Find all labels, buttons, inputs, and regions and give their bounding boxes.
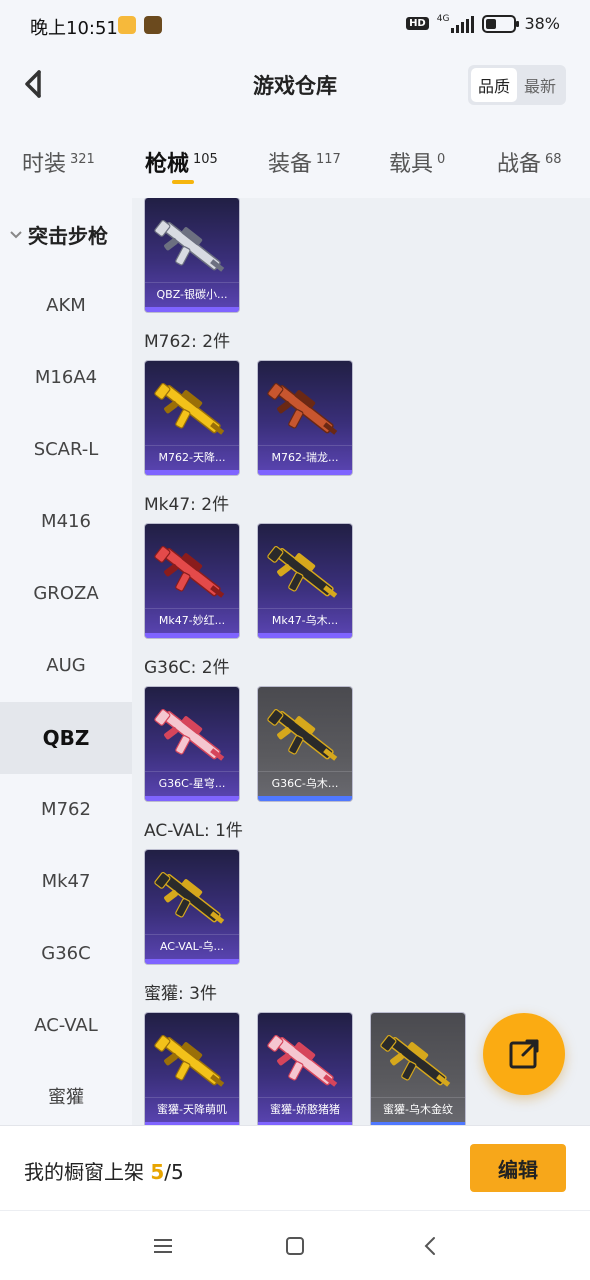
sidebar-item-6[interactable]: QBZ <box>0 702 132 774</box>
home-icon[interactable] <box>280 1231 310 1261</box>
rarity-bar <box>145 470 239 475</box>
rarity-bar <box>145 307 239 312</box>
weapon-skin-card[interactable]: QBZ-银碳小... <box>145 198 239 312</box>
sort-toggle: 品质 最新 <box>467 65 566 105</box>
sidebar-item-10[interactable]: AC-VAL <box>0 990 132 1062</box>
menu-icon[interactable] <box>148 1231 178 1261</box>
status-time: 晚上10:51 <box>30 18 118 39</box>
sidebar-item-7[interactable]: M762 <box>0 774 132 846</box>
shelf-bar: 我的橱窗上架 5/5 编辑 <box>0 1125 590 1210</box>
active-tab-indicator <box>172 180 194 184</box>
group-title: Mk47: 2件 <box>144 495 230 515</box>
shelf-status: 我的橱窗上架 5/5 <box>24 1160 184 1184</box>
status-bar: 晚上10:51 HD 4G 38% <box>0 0 590 52</box>
sidebar-item-11[interactable]: 蜜獾 <box>0 1062 132 1125</box>
sidebar-item-3[interactable]: M416 <box>0 486 132 558</box>
weapon-skin-name: AC-VAL-乌... <box>145 934 239 958</box>
weapon-skin-card[interactable]: 蜜獾-乌木金纹 <box>371 1013 465 1125</box>
weapon-skin-card[interactable]: M762-天降... <box>145 361 239 475</box>
tab-vehicles[interactable]: 载具 0 <box>389 146 445 178</box>
signal-icon <box>451 15 475 33</box>
weapon-skin-card[interactable]: M762-瑞龙... <box>258 361 352 475</box>
weapon-skin-card[interactable]: Mk47-乌木... <box>258 524 352 638</box>
system-nav-bar <box>0 1210 590 1280</box>
rarity-bar <box>258 633 352 638</box>
chevron-down-icon <box>10 228 22 242</box>
weapon-skin-name: G36C-乌木... <box>258 771 352 795</box>
sidebar-category-header[interactable]: 突击步枪 <box>10 220 108 249</box>
network-type: 4G <box>436 14 450 24</box>
sidebar-item-2[interactable]: SCAR-L <box>0 414 132 486</box>
weapon-skin-name: QBZ-银碳小... <box>145 282 239 306</box>
tab-guns[interactable]: 枪械 105 <box>145 146 218 178</box>
weapon-skin-card[interactable]: Mk47-妙红... <box>145 524 239 638</box>
hd-icon: HD <box>406 17 429 30</box>
group-title: G36C: 2件 <box>144 658 230 678</box>
weapon-skin-name: G36C-星穹... <box>145 771 239 795</box>
weapon-skin-name: 蜜獾-天降萌叽 <box>145 1097 239 1121</box>
rarity-bar <box>145 796 239 801</box>
rarity-bar <box>258 796 352 801</box>
notification-app-icon <box>118 16 136 34</box>
tab-fashion[interactable]: 时装 321 <box>22 146 95 178</box>
game-app-icon <box>144 16 162 34</box>
weapon-skin-name: Mk47-妙红... <box>145 608 239 632</box>
weapon-skin-name: 蜜獾-娇憨猪猪 <box>258 1097 352 1121</box>
sidebar-item-1[interactable]: M16A4 <box>0 342 132 414</box>
weapon-skin-card[interactable]: AC-VAL-乌... <box>145 850 239 964</box>
rarity-bar <box>145 633 239 638</box>
weapon-skin-card[interactable]: 蜜獾-娇憨猪猪 <box>258 1013 352 1125</box>
battery-percent: 38% <box>524 14 560 33</box>
weapon-skin-card[interactable]: G36C-乌木... <box>258 687 352 801</box>
sidebar-item-0[interactable]: AKM <box>0 270 132 342</box>
group-title: 蜜獾: 3件 <box>144 984 217 1004</box>
group-title: M762: 2件 <box>144 332 231 352</box>
weapon-grid: QBZ-银碳小... M762: 2件 M762-天降... M762-瑞龙... Mk… <box>132 198 590 1125</box>
rarity-bar <box>145 959 239 964</box>
share-out-icon[interactable] <box>483 1013 565 1095</box>
weapon-skin-card[interactable]: 蜜獾-天降萌叽 <box>145 1013 239 1125</box>
weapon-skin-name: Mk47-乌木... <box>258 608 352 632</box>
weapon-skin-name: M762-瑞龙... <box>258 445 352 469</box>
tab-battle-gear[interactable]: 战备 68 <box>497 146 562 178</box>
sidebar-item-5[interactable]: AUG <box>0 630 132 702</box>
back-icon[interactable] <box>415 1231 445 1261</box>
edit-button[interactable]: 编辑 <box>470 1144 566 1192</box>
battery-icon <box>482 14 520 33</box>
sort-quality-button[interactable]: 品质 <box>470 68 517 102</box>
sort-newest-button[interactable]: 最新 <box>517 68 563 102</box>
group-title: AC-VAL: 1件 <box>144 821 243 841</box>
sidebar-item-9[interactable]: G36C <box>0 918 132 990</box>
app-header: 游戏仓库 品质 最新 <box>0 52 590 118</box>
sidebar-item-8[interactable]: Mk47 <box>0 846 132 918</box>
category-tabs: 时装 321 枪械 105 装备 117 载具 0 战备 68 <box>0 118 590 198</box>
tab-equipment[interactable]: 装备 117 <box>268 146 341 178</box>
sidebar-item-4[interactable]: GROZA <box>0 558 132 630</box>
weapon-skin-name: 蜜獾-乌木金纹 <box>371 1097 465 1121</box>
rarity-bar <box>258 470 352 475</box>
weapon-sidebar: 突击步枪 AKM M16A4 SCAR-L M416 GROZA AUG QBZ M762 Mk… <box>0 198 132 1125</box>
weapon-skin-card[interactable]: G36C-星穹... <box>145 687 239 801</box>
weapon-skin-name: M762-天降... <box>145 445 239 469</box>
